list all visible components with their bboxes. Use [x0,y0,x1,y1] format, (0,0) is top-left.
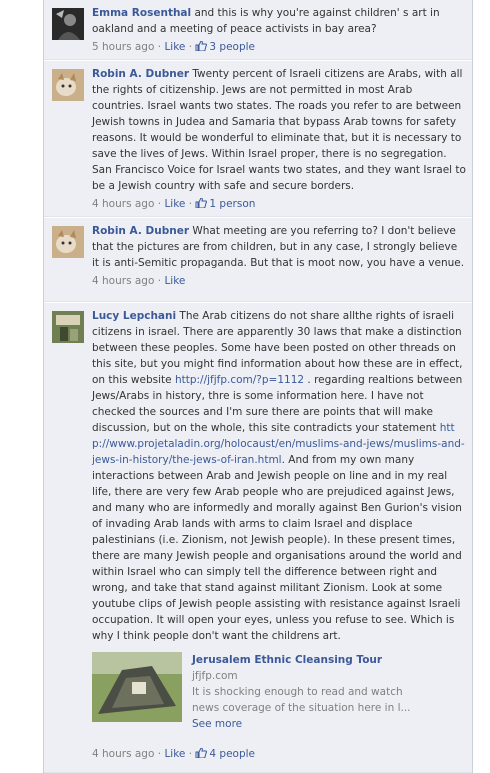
meta-separator: · [157,198,162,210]
comment-time[interactable]: 4 hours ago [92,748,154,760]
meta-separator: · [188,41,193,53]
meta-separator: · [188,748,193,760]
comment-time[interactable]: 4 hours ago [92,198,154,210]
comment: Robin A. Dubner Twenty percent of Israel… [44,61,472,217]
comment: Robin A. Dubner What meeting are you ref… [44,218,472,302]
like-button[interactable]: Like [164,275,185,287]
comment-time[interactable]: 4 hours ago [92,275,154,287]
comment-author[interactable]: Lucy Lepchani [92,310,176,322]
comment-link[interactable]: http://jfjfp.com/?p=1112 [175,374,304,386]
meta-separator: · [188,198,193,210]
likes-count: 4 people [209,748,256,760]
meta-separator: · [157,41,162,53]
meta-separator: · [157,275,162,287]
comment-text: Twenty percent of Israeli citizens are A… [92,68,466,192]
comment-meta: 5 hours ago · Like · 3 people [92,39,466,55]
attachment-title[interactable]: Jerusalem Ethnic Cleansing Tour [192,652,422,668]
thumbs-up-icon [195,198,208,208]
comment: Lucy Lepchani The Arab citizens do not s… [44,303,472,773]
like-button[interactable]: Like [164,198,185,210]
comment-author[interactable]: Robin A. Dubner [92,225,189,237]
see-more-link[interactable]: See more [192,716,422,732]
likes-count-link[interactable]: 1 person [195,198,255,210]
avatar-emma-rosenthal[interactable] [52,8,84,40]
comment-meta: 4 hours ago · Like [92,273,466,289]
comment: Emma Rosenthal and this is why you're ag… [44,0,472,60]
attachment-domain: jfjfp.com [192,670,238,682]
likes-count: 3 people [209,41,256,53]
avatar-robin-dubner[interactable] [52,69,84,101]
comment-author[interactable]: Robin A. Dubner [92,68,189,80]
thumbs-up-icon [195,748,208,758]
likes-count-link[interactable]: 4 people [195,748,255,760]
link-attachment: Jerusalem Ethnic Cleansing Tour jfjfp.co… [92,652,466,744]
comment-meta: 4 hours ago · Like · 1 person [92,196,466,212]
likes-count: 1 person [209,198,256,210]
like-button[interactable]: Like [164,748,185,760]
attachment-description: It is shocking enough to read and watch … [192,686,411,714]
avatar-lucy-lepchani[interactable] [52,311,84,343]
avatar-robin-dubner[interactable] [52,226,84,258]
likes-count-link[interactable]: 3 people [195,41,255,53]
like-button[interactable]: Like [164,41,185,53]
comment-text: . And from my own many interactions betw… [92,454,462,642]
comment-time[interactable]: 5 hours ago [92,41,154,53]
thumbs-up-icon [195,41,208,51]
attachment-thumbnail[interactable] [92,652,182,722]
meta-separator: · [157,748,162,760]
comment-author[interactable]: Emma Rosenthal [92,7,191,19]
comment-meta: 4 hours ago · Like · 4 people [92,746,466,762]
